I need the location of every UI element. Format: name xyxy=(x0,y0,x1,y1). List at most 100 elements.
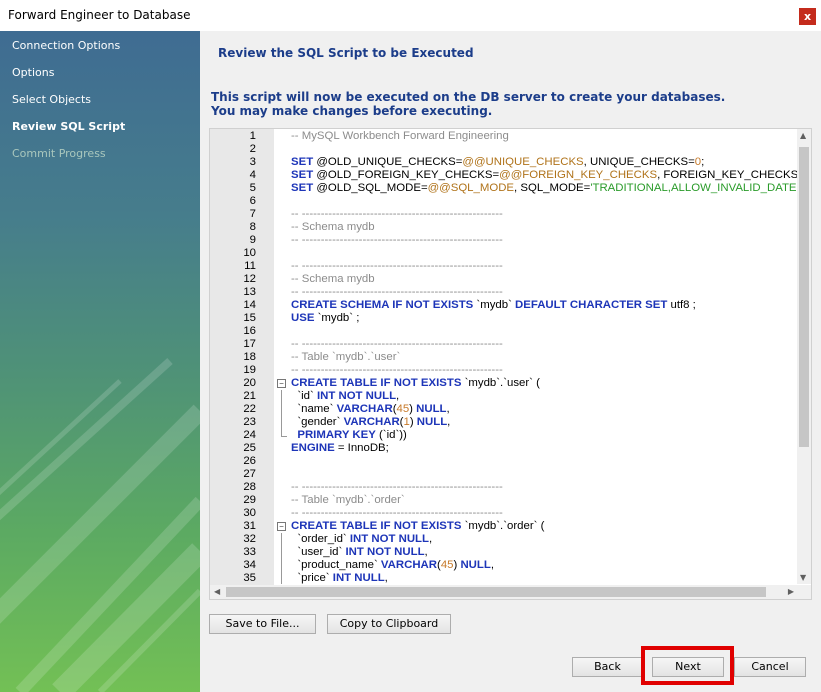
line-number: 4 xyxy=(249,169,256,181)
code-token: SET xyxy=(291,182,314,194)
page-title: Review the SQL Script to be Executed xyxy=(218,46,474,60)
scroll-left-arrow-icon[interactable]: ◀ xyxy=(214,587,220,596)
code-text: SET @OLD_SQL_MODE=@@SQL_MODE, SQL_MODE='… xyxy=(291,182,798,195)
code-line: 31 − CREATE TABLE IF NOT EXISTS `mydb`.`or… xyxy=(210,520,798,533)
fold-guide xyxy=(281,533,282,546)
horizontal-scrollbar[interactable]: ◀ ▶ xyxy=(210,585,798,599)
line-number: 5 xyxy=(249,182,256,194)
line-number: 33 xyxy=(243,546,256,558)
code-token: -- -------------------------------------… xyxy=(291,234,503,246)
line-number: 12 xyxy=(243,273,256,285)
line-number: 7 xyxy=(249,208,256,220)
code-line: 25 ENGINE = InnoDB; xyxy=(210,442,798,455)
code-token: -- Table `mydb`.`user` xyxy=(291,351,401,363)
vertical-scroll-thumb[interactable] xyxy=(799,147,809,447)
code-text: CREATE TABLE IF NOT EXISTS `mydb`.`user`… xyxy=(291,377,540,390)
horizontal-scroll-thumb[interactable] xyxy=(226,587,766,597)
code-token: VARCHAR xyxy=(343,416,400,428)
vertical-scrollbar[interactable]: ▲ ▼ xyxy=(797,129,811,584)
code-token: = InnoDB; xyxy=(334,442,389,454)
fold-guide-end xyxy=(281,436,287,437)
sidebar-item-options[interactable]: Options xyxy=(12,66,54,79)
code-text: -- Table `mydb`.`order` xyxy=(291,494,405,507)
code-token: , xyxy=(424,546,428,558)
code-token: VARCHAR xyxy=(336,403,393,415)
code-token: `order_id` xyxy=(291,533,350,545)
code-line: 35 `price` INT NULL, xyxy=(210,572,798,584)
fold-guide xyxy=(281,572,282,584)
code-line: 24 PRIMARY KEY (`id`)) xyxy=(210,429,798,442)
code-line: 26 xyxy=(210,455,798,468)
code-text: `gender` VARCHAR(1) NULL, xyxy=(291,416,450,429)
code-token: CREATE TABLE IF NOT EXISTS xyxy=(291,520,462,532)
code-line: 9 -- ------------------------------------… xyxy=(210,234,798,247)
code-line: 11 -- -----------------------------------… xyxy=(210,260,798,273)
line-number: 27 xyxy=(243,468,256,480)
code-text: `name` VARCHAR(45) NULL, xyxy=(291,403,449,416)
code-text: -- Schema mydb xyxy=(291,273,375,286)
code-token: , xyxy=(428,533,433,545)
code-line: 22 `name` VARCHAR(45) NULL, xyxy=(210,403,798,416)
code-line: 4 SET @OLD_FOREIGN_KEY_CHECKS=@@FOREIGN_K… xyxy=(210,169,798,182)
code-line: 15 USE `mydb` ; xyxy=(210,312,798,325)
line-number: 30 xyxy=(243,507,256,519)
code-token: `mydb` xyxy=(473,299,516,311)
scroll-up-arrow-icon[interactable]: ▲ xyxy=(800,131,806,140)
code-line: 13 -- -----------------------------------… xyxy=(210,286,798,299)
code-token: USE xyxy=(291,312,315,324)
code-text: -- MySQL Workbench Forward Engineering xyxy=(291,130,509,143)
code-token: , xyxy=(447,416,451,428)
code-token: VARCHAR xyxy=(380,559,438,571)
code-token: -- Schema mydb xyxy=(291,273,375,285)
code-token: , SQL_MODE= xyxy=(514,182,591,194)
fold-collapse-icon[interactable]: − xyxy=(277,379,286,388)
code-line: 2 xyxy=(210,143,798,156)
line-number: 13 xyxy=(243,286,256,298)
code-token: (`id`)) xyxy=(375,429,407,441)
line-number: 29 xyxy=(243,494,256,506)
scroll-down-arrow-icon[interactable]: ▼ xyxy=(800,573,806,582)
fold-guide xyxy=(281,546,282,559)
sidebar-item-select-objects[interactable]: Select Objects xyxy=(12,93,91,106)
code-token: ) xyxy=(409,416,417,428)
line-number: 2 xyxy=(249,143,256,155)
line-number: 28 xyxy=(243,481,256,493)
line-number: 23 xyxy=(243,416,256,428)
code-token: @OLD_FOREIGN_KEY_CHECKS= xyxy=(313,169,500,181)
fold-collapse-icon[interactable]: − xyxy=(277,522,286,531)
back-button[interactable]: Back xyxy=(572,657,643,677)
sql-script-editor[interactable]: 1 -- MySQL Workbench Forward Engineering 2… xyxy=(209,128,812,600)
code-token: , xyxy=(384,572,388,584)
code-token: -- Schema mydb xyxy=(291,221,375,233)
code-token: INT NOT NULL xyxy=(349,533,429,545)
description-line-2: You may make changes before executing. xyxy=(211,104,493,118)
line-number: 18 xyxy=(243,351,256,363)
scroll-right-arrow-icon[interactable]: ▶ xyxy=(788,587,794,596)
code-token: -- -------------------------------------… xyxy=(291,364,503,376)
copy-to-clipboard-button[interactable]: Copy to Clipboard xyxy=(327,614,451,634)
line-number: 31 xyxy=(243,520,256,532)
line-number: 19 xyxy=(243,364,256,376)
code-line: 12 -- Schema mydb xyxy=(210,273,798,286)
code-token: INT NOT NULL xyxy=(345,546,425,558)
save-to-file-button[interactable]: Save to File... xyxy=(209,614,316,634)
sidebar-item-connection-options[interactable]: Connection Options xyxy=(12,39,120,52)
code-token: , UNIQUE_CHECKS= xyxy=(583,156,695,168)
code-text: -- -------------------------------------… xyxy=(291,481,503,494)
code-token: `price` xyxy=(291,572,333,584)
line-number: 26 xyxy=(243,455,256,467)
scrollbar-corner xyxy=(797,585,811,599)
line-number: 11 xyxy=(244,260,256,272)
cancel-button[interactable]: Cancel xyxy=(734,657,806,677)
code-area[interactable]: 1 -- MySQL Workbench Forward Engineering 2… xyxy=(210,129,798,584)
code-token: @OLD_UNIQUE_CHECKS= xyxy=(313,156,463,168)
line-number: 35 xyxy=(243,572,256,584)
main-panel: Review the SQL Script to be Executed Thi… xyxy=(200,31,821,692)
line-number: 34 xyxy=(243,559,256,571)
sidebar-item-review-sql-script[interactable]: Review SQL Script xyxy=(12,120,125,133)
code-line: 29 -- Table `mydb`.`order` xyxy=(210,494,798,507)
code-token: `name` xyxy=(291,403,337,415)
code-text: PRIMARY KEY (`id`)) xyxy=(291,429,407,442)
code-line: 27 xyxy=(210,468,798,481)
close-button[interactable]: x xyxy=(799,8,816,25)
